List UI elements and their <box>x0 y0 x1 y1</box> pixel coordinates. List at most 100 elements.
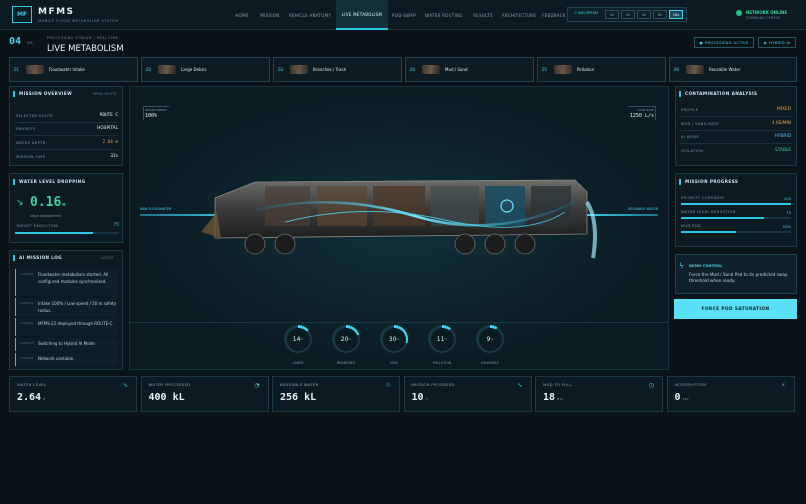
divider <box>14 135 118 136</box>
divider <box>679 129 793 131</box>
composition-gauges: 14% LARGE 20% BRANCHES 30% MUD 11% POLLU… <box>270 325 520 370</box>
water-thumb <box>686 65 704 74</box>
overview-value: HOSPITAL <box>97 126 118 131</box>
log-entry: T+00:07 Switching to Hybrid AI Mode. <box>15 338 118 351</box>
step-number: 01 <box>14 67 20 72</box>
gauge-value: 14% <box>286 327 310 351</box>
hybrid-ai-badge: ◉ HYBRID AI <box>758 37 796 48</box>
kpi-label: MUD TO FULL <box>543 382 573 387</box>
app-subtitle: MOBILE FLOOD METABOLISM SYSTEM <box>38 19 119 23</box>
step-mud-sand[interactable]: 04 Mud / Sand <box>405 57 534 82</box>
nav-pod-swap[interactable]: POD-SWAP <box>388 0 420 30</box>
step-label: Mud / Sand <box>445 67 468 72</box>
step-label: Branches / Trash <box>313 67 347 72</box>
nav-home[interactable]: HOME <box>228 0 256 30</box>
force-pod-saturation-button[interactable]: FORCE POD SATURATION <box>674 299 797 319</box>
kpi-icon: ♲ <box>385 382 391 389</box>
step-label: Floodwater Intake <box>49 67 85 72</box>
step-intake[interactable]: 01 Floodwater Intake <box>9 57 138 82</box>
page-subtitle: PROCESSING STREAM / REAL-TIME <box>47 36 119 40</box>
ai-log-title: AI MISSION LOG <box>13 255 62 261</box>
progress-bar <box>681 217 791 219</box>
gauge-branches: 20% BRANCHES <box>326 325 366 369</box>
gauge-label: MUD <box>390 361 398 365</box>
step-large-debris[interactable]: 02 Large Debris <box>141 57 270 82</box>
kpi-label: WATER PROCESSED <box>148 382 191 387</box>
divider <box>679 116 793 117</box>
app-title: MFMS <box>38 7 75 17</box>
overview-key: MISSION TIME <box>16 155 46 159</box>
speed-2x[interactable]: 2x <box>621 10 635 19</box>
step-number: 02 <box>146 67 152 72</box>
nav-architecture[interactable]: ARCHITECTURE <box>498 0 540 30</box>
page-title: LIVE METABOLISM <box>47 44 124 54</box>
flow-rate-value: 1250 L/s <box>629 113 654 119</box>
progress-value: 75 <box>786 210 791 215</box>
step-pollution[interactable]: 05 Pollution <box>537 57 666 82</box>
kpi-water-level: WATER LEVEL ∿ 2.64 m <box>9 376 137 412</box>
processing-badge: ● PROCESSING ACTIVE <box>694 37 754 48</box>
gauge-value: 20% <box>334 327 358 351</box>
overview-value: ROUTE C <box>99 113 118 118</box>
pollution-thumb <box>554 65 572 74</box>
mud-thumb <box>422 65 440 74</box>
nav-results[interactable]: RESULTS <box>468 0 498 30</box>
gauge-value: 9% <box>478 327 502 351</box>
kpi-water-processed: WATER PROCESSED ◔ 400 kL <box>140 376 269 412</box>
gauge-value: 30% <box>382 327 406 351</box>
contam-key: MUD / SAND RATE <box>681 121 719 126</box>
kpi-value: 2.64 m <box>17 392 46 403</box>
kpi-mission-progress: MISSION PROGRESS ∿ 10% <box>403 376 532 412</box>
kpi-interruption: INTERRUPTION ⚡ 0 sec <box>666 376 795 412</box>
step-label: Reusable Water <box>709 67 741 72</box>
divider <box>129 322 669 323</box>
debris-thumb <box>158 65 176 74</box>
nav-mission[interactable]: MISSION <box>256 0 284 30</box>
nav-live-metabolism[interactable]: LIVE METABOLISM <box>336 0 388 30</box>
water-level-drop: 0.16m <box>30 195 66 210</box>
log-entry: T+00:05 MFMS-22 deployed through ROUTE-C. <box>15 318 118 336</box>
gauge-pollution: 11% POLLUTION <box>422 325 462 369</box>
divider <box>14 149 118 150</box>
speed-4x[interactable]: 4x <box>637 10 651 19</box>
raw-floodwater-label: RAW FLOODWATER <box>140 207 172 211</box>
nav-water-routing[interactable]: WATER ROUTING <box>420 0 468 30</box>
step-branches[interactable]: 03 Branches / Trash <box>273 57 402 82</box>
bolt-icon: ϟ <box>679 262 684 270</box>
water-level-sub: since deployment <box>30 214 62 218</box>
contamination-rows: PROFILE MIXED MUD / SAND RATE 4.0E/MIN A… <box>679 107 793 162</box>
step-number: 03 <box>278 67 284 72</box>
contam-key: ISOLATION <box>681 148 704 153</box>
nav-feedback[interactable]: FEEDBACK <box>540 0 568 30</box>
speed-16x[interactable]: 16x <box>669 10 683 19</box>
overview-value: 32s <box>110 154 118 159</box>
divider <box>679 143 793 144</box>
sim-speed-label: ⏱ SIM SPEED <box>574 11 598 15</box>
gauge-label: REUSABLE <box>481 361 499 365</box>
contam-key: AI MODE <box>681 135 700 139</box>
network-status-icon <box>736 10 742 16</box>
demo-control-text: Force the Mud / Sand Pod to its predicte… <box>689 272 788 283</box>
kpi-icon: ⚡ <box>781 382 786 389</box>
step-number: 05 <box>542 67 548 72</box>
kpi-value: 10% <box>411 392 428 403</box>
nav-vehicle-anatomy[interactable]: VEHICLE ANATOMY <box>284 0 336 30</box>
overview-key: SELECTED ROUTE <box>16 114 54 118</box>
contam-value: 4.0E/MIN <box>771 120 791 126</box>
kpi-mud-to-full: MUD TO FULL ◷ 18 min <box>535 376 663 412</box>
speed-8x[interactable]: 8x <box>653 10 667 19</box>
gauge-value: 11% <box>430 327 454 351</box>
kpi-icon: ◔ <box>254 382 260 389</box>
step-reusable-water[interactable]: 06 Reusable Water <box>669 57 797 82</box>
progress-value: 50% <box>782 224 791 229</box>
target-reduction-label: TARGET REDUCTION <box>16 224 59 228</box>
reusable-water-label: REUSABLE WATER <box>628 207 658 211</box>
gauge-large: 14% LARGE <box>278 325 318 369</box>
speed-1x[interactable]: 1x <box>605 10 619 19</box>
target-reduction-value: 75 <box>113 223 119 228</box>
contam-key: PROFILE <box>681 108 699 112</box>
flow-rate-label: FLOW RATE <box>636 108 654 112</box>
gauge-label: BRANCHES <box>336 361 356 365</box>
mission-progress-title: MISSION PROGRESS <box>679 179 738 185</box>
ai-log-tag: LATEST <box>101 256 114 260</box>
